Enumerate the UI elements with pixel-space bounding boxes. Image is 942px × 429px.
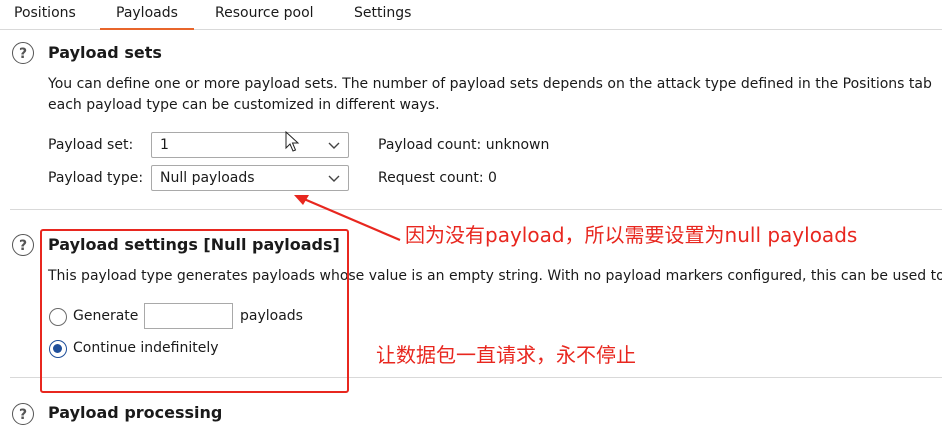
payload-sets-description-line1: You can define one or more payload sets.… [48,76,932,92]
annotation-continue-requests: 让数据包一直请求，永不停止 [376,343,636,367]
tab-settings[interactable]: Settings [354,5,411,21]
payload-type-label: Payload type: [48,170,144,186]
chevron-down-icon [328,133,340,165]
payload-processing-title: Payload processing [48,403,223,422]
payload-set-label: Payload set: [48,137,134,153]
payload-sets-description-line2: each payload type can be customized in d… [48,97,440,113]
mouse-pointer-icon [285,131,300,152]
tab-resource-pool[interactable]: Resource pool [215,5,314,21]
request-count-text: Request count: 0 [378,170,497,186]
question-circle-icon[interactable]: ? [12,234,34,256]
annotation-arrow [294,195,401,242]
question-circle-icon[interactable]: ? [12,403,34,425]
payload-count-text: Payload count: unknown [378,137,550,153]
payload-set-value: 1 [160,137,169,153]
payload-set-select[interactable]: 1 [151,132,349,158]
annotation-null-payloads: 因为没有payload，所以需要设置为null payloads [405,223,858,247]
payload-sets-title: Payload sets [48,43,162,62]
tab-bar: Positions Payloads Resource pool Setting… [0,0,942,30]
payload-type-value: Null payloads [160,170,255,186]
payload-type-select[interactable]: Null payloads [151,165,349,191]
tab-positions[interactable]: Positions [14,5,76,21]
section-divider [10,209,942,210]
question-circle-icon[interactable]: ? [12,42,34,64]
highlight-box [40,229,349,393]
tab-payloads[interactable]: Payloads [100,5,194,30]
